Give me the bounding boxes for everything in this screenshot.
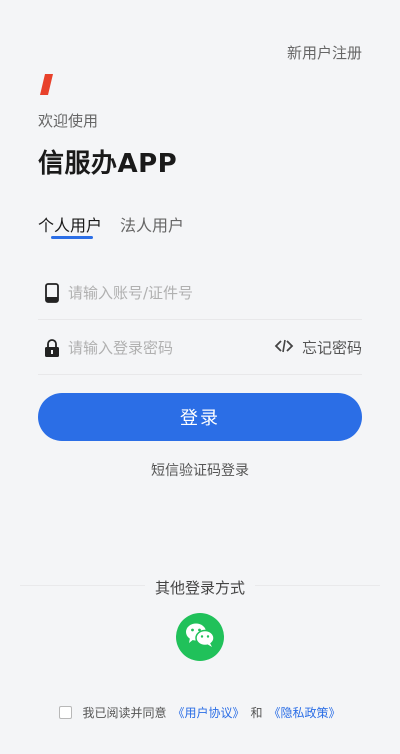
wechat-login-button[interactable] xyxy=(176,613,224,661)
code-eye-icon xyxy=(274,338,294,358)
wechat-icon xyxy=(184,621,216,653)
forgot-password-button[interactable]: 忘记密码 xyxy=(274,337,362,358)
password-input[interactable] xyxy=(68,338,274,357)
account-input[interactable] xyxy=(68,283,362,302)
welcome-text: 欢迎使用 xyxy=(38,112,99,130)
forgot-password-label: 忘记密码 xyxy=(301,339,362,357)
user-agreement-link[interactable]: 《用户协议》 xyxy=(172,704,244,721)
tab-personal-user[interactable]: 个人用户 xyxy=(38,212,102,240)
account-field xyxy=(38,266,362,320)
lock-icon xyxy=(42,338,62,358)
tab-corporate-user[interactable]: 法人用户 xyxy=(120,212,184,240)
password-field: 忘记密码 xyxy=(38,321,362,375)
agreement-prefix: 我已阅读并同意 xyxy=(82,706,167,720)
phone-icon xyxy=(42,282,62,303)
agreement-and: 和 xyxy=(250,706,263,720)
sms-login-link[interactable]: 短信验证码登录 xyxy=(0,460,400,480)
tab-label: 个人用户 xyxy=(38,216,103,235)
user-type-tabs: 个人用户 法人用户 xyxy=(38,212,184,240)
agreement-checkbox[interactable] xyxy=(59,706,73,719)
other-login-title: 其他登录方式 xyxy=(0,577,400,598)
agreement-row: 我已阅读并同意 《用户协议》 和 《隐私政策》 xyxy=(0,704,400,721)
register-link[interactable]: 新用户注册 xyxy=(287,42,362,63)
privacy-policy-link[interactable]: 《隐私政策》 xyxy=(269,704,341,721)
other-login-title-text: 其他登录方式 xyxy=(144,579,255,597)
login-button[interactable]: 登录 xyxy=(38,393,362,441)
active-tab-indicator xyxy=(51,236,93,239)
tab-label: 法人用户 xyxy=(120,216,185,235)
brand-logo xyxy=(40,74,53,95)
app-title: 信服办APP xyxy=(38,149,178,179)
